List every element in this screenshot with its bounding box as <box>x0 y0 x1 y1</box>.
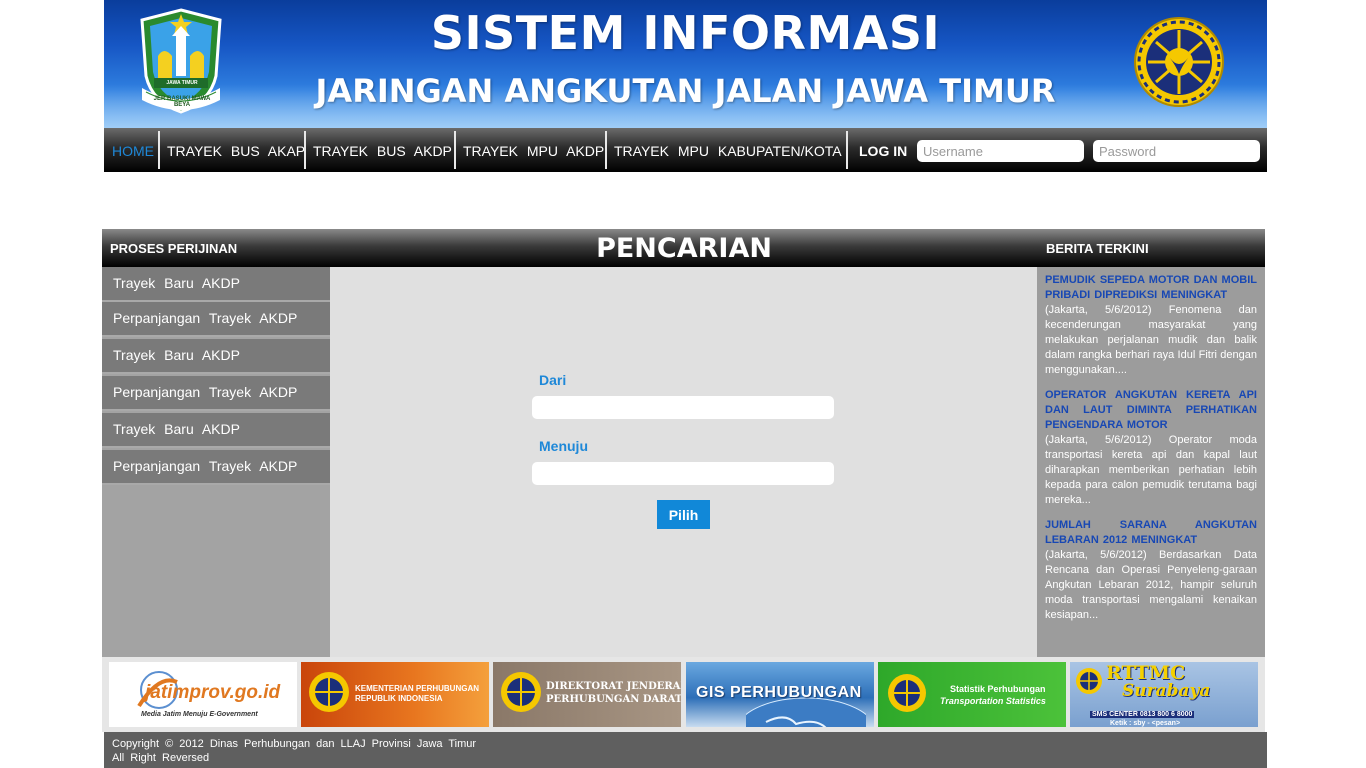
news-title-link[interactable]: JUMLAH SARANA ANGKUTAN LEBARAN 2012 MENI… <box>1045 518 1257 548</box>
news-item: JUMLAH SARANA ANGKUTAN LEBARAN 2012 MENI… <box>1045 518 1257 623</box>
news-excerpt: (Jakarta, 5/6/2012) Fenomena dan kecende… <box>1045 304 1257 376</box>
nav-divider <box>846 131 848 169</box>
content-header-bar: PROSES PERIJINAN PENCARIAN TRAYEK BERITA… <box>102 229 1265 304</box>
kemenhub-banner[interactable]: KEMENTERIAN PERHUBUNGAN REPUBLIK INDONES… <box>301 662 489 727</box>
footer: Copyright © 2012 Dinas Perhubungan dan L… <box>104 732 1267 768</box>
rttmc-sms-center: SMS CENTER 0813 800 6 8000 <box>1090 711 1195 718</box>
rttmc-surabaya-banner[interactable]: RTTMC Surabaya SMS CENTER 0813 800 6 800… <box>1070 662 1258 727</box>
news-item: OPERATOR ANGKUTAN KERETA API DAN LAUT DI… <box>1045 388 1257 508</box>
kemenhub-line2: REPUBLIK INDONESIA <box>355 694 443 703</box>
rttmc-city-text: Surabaya <box>1122 681 1211 701</box>
news-title-link[interactable]: PEMUDIK SEPEDA MOTOR DAN MOBIL PRIBADI D… <box>1045 273 1257 303</box>
username-input[interactable] <box>917 140 1084 162</box>
berita-terkini-panel: PEMUDIK SEPEDA MOTOR DAN MOBIL PRIBADI D… <box>1037 267 1265 657</box>
gis-label: GIS PERHUBUNGAN <box>696 684 862 701</box>
menuju-label: Menuju <box>539 438 588 454</box>
news-excerpt: (Jakarta, 5/6/2012) Berdasarkan Data Ren… <box>1045 549 1257 621</box>
gis-perhubungan-banner[interactable]: GIS PERHUBUNGAN <box>686 662 874 727</box>
news-excerpt: (Jakarta, 5/6/2012) Operator moda transp… <box>1045 434 1257 506</box>
jatimprov-tagline: Media Jatim Menuju E-Government <box>141 711 258 718</box>
proses-perijinan-sidebar: Trayek Baru AKDP Perpanjangan Trayek AKD… <box>102 267 330 657</box>
nav-divider <box>605 131 607 169</box>
main-navbar: HOME TRAYEK BUS AKAP TRAYEK BUS AKDP TRA… <box>104 128 1267 172</box>
perhubungan-emblem-icon <box>1134 17 1224 107</box>
dari-input[interactable] <box>532 396 834 419</box>
pilih-button[interactable]: Pilih <box>657 500 710 529</box>
kemenhub-line1: KEMENTERIAN PERHUBUNGAN <box>355 684 480 693</box>
sidebar-item-trayek-baru-akdp[interactable]: Trayek Baru AKDP <box>102 413 330 448</box>
copyright-text: Copyright © 2012 Dinas Perhubungan dan L… <box>112 738 477 750</box>
hubdat-line1: DIREKTORAT JENDERAL <box>546 681 681 692</box>
search-panel: Dari Menuju Pilih <box>330 267 1037 657</box>
login-label: LOG IN <box>859 143 908 159</box>
statistik-line2: Transportation Statistics <box>940 696 1046 706</box>
sidebar-item-perpanjangan-trayek-akdp[interactable]: Perpanjangan Trayek AKDP <box>102 376 330 411</box>
proses-perijinan-heading: PROSES PERIJINAN <box>110 241 238 256</box>
dari-label: Dari <box>539 372 567 388</box>
jatimprov-logo-text: jatimprov.go.id <box>145 682 281 703</box>
nav-trayek-bus-akap[interactable]: TRAYEK BUS AKAP <box>167 128 305 172</box>
menuju-input[interactable] <box>532 462 834 485</box>
sidebar-item-trayek-baru-akdp[interactable]: Trayek Baru AKDP <box>102 339 330 374</box>
site-title: SISTEM INFORMASI <box>430 6 941 60</box>
nav-home[interactable]: HOME <box>112 128 154 172</box>
hubdat-line2: PERHUBUNGAN DARAT <box>546 694 681 705</box>
sidebar-item-trayek-baru-akdp[interactable]: Trayek Baru AKDP <box>102 267 330 302</box>
rttmc-sms-format: Ketik : sby - <pesan> <box>1110 720 1181 727</box>
nav-trayek-mpu-akdp[interactable]: TRAYEK MPU AKDP <box>463 128 604 172</box>
perhubungan-emblem-icon <box>309 672 349 712</box>
perhubungan-emblem-icon <box>1076 668 1102 694</box>
password-input[interactable] <box>1093 140 1260 162</box>
news-title-link[interactable]: OPERATOR ANGKUTAN KERETA API DAN LAUT DI… <box>1045 388 1257 433</box>
nav-divider <box>304 131 306 169</box>
statistik-line1: Statistik Perhubungan <box>950 684 1046 694</box>
nav-divider <box>158 131 160 169</box>
nav-trayek-mpu-kabupaten[interactable]: TRAYEK MPU KABUPATEN/KOTA <box>614 128 842 172</box>
hubdat-banner[interactable]: DIREKTORAT JENDERAL PERHUBUNGAN DARAT <box>493 662 681 727</box>
sidebar-item-perpanjangan-trayek-akdp[interactable]: Perpanjangan Trayek AKDP <box>102 302 330 337</box>
berita-terkini-heading: BERITA TERKINI <box>1046 241 1149 256</box>
nav-trayek-bus-akdp[interactable]: TRAYEK BUS AKDP <box>313 128 452 172</box>
nav-divider <box>454 131 456 169</box>
statistik-perhubungan-banner[interactable]: Statistik Perhubungan Transportation Sta… <box>878 662 1066 727</box>
sidebar-item-perpanjangan-trayek-akdp[interactable]: Perpanjangan Trayek AKDP <box>102 450 330 485</box>
partner-banner-strip: jatimprov.go.id Media Jatim Menuju E-Gov… <box>102 657 1265 732</box>
site-subtitle: JARINGAN ANGKUTAN JALAN JAWA TIMUR <box>315 72 1056 110</box>
perhubungan-emblem-icon <box>501 672 541 712</box>
news-item: PEMUDIK SEPEDA MOTOR DAN MOBIL PRIBADI D… <box>1045 273 1257 378</box>
rights-text: All Right Reversed <box>112 752 210 764</box>
header-banner: JER BASUKI MAWA BEYA JAWA TIMUR SISTEM I… <box>104 0 1267 128</box>
jatimprov-banner[interactable]: jatimprov.go.id Media Jatim Menuju E-Gov… <box>109 662 297 727</box>
perhubungan-emblem-icon <box>888 674 926 712</box>
